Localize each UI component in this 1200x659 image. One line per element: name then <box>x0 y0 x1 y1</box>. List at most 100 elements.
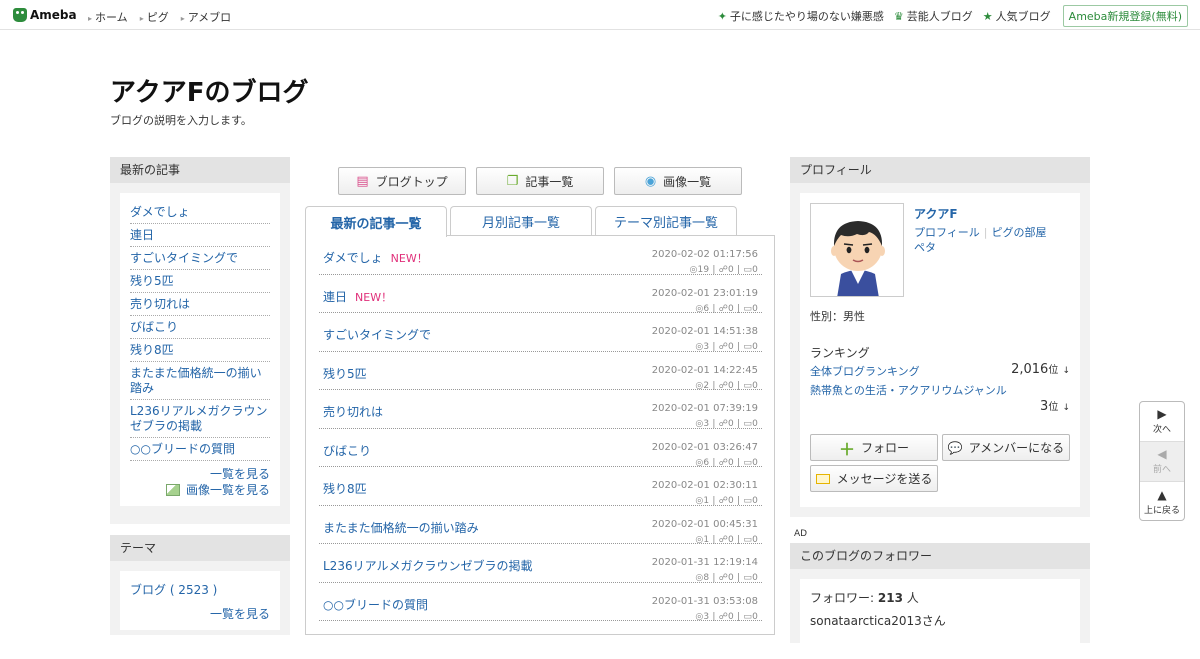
article-title-link[interactable]: 残り8匹 <box>323 482 367 496</box>
amember-button[interactable]: 💬 アメンバーになる <box>942 434 1070 461</box>
article-stats: ◎1 | ☍0 | ▭0 <box>695 534 758 545</box>
article-date: 2020-02-01 07:39:19 <box>651 403 758 414</box>
profile-link[interactable]: プロフィール <box>914 226 980 239</box>
comment-count: 0 <box>752 457 758 468</box>
tab-theme-articles[interactable]: テーマ別記事一覧 <box>595 206 737 236</box>
arrow-down-icon: ↓ <box>1062 403 1070 413</box>
comment-count: 0 <box>752 303 758 314</box>
article-title-link[interactable]: ○○ブリードの質問 <box>323 598 428 612</box>
view-count: 2 <box>703 380 710 391</box>
recent-more-link[interactable]: 一覧を見る <box>210 467 270 481</box>
recent-article-link[interactable]: ○○ブリードの質問 <box>130 442 235 456</box>
image-list-link[interactable]: 画像一覧を見る <box>186 483 270 497</box>
article-date: 2020-02-02 01:17:56 <box>651 249 758 260</box>
article-row: 連日 NEW！ 2020-02-01 23:01:19 ◎6 | ☍0 | ▭0 <box>319 275 762 314</box>
back-to-top-button[interactable]: ▲ 上に戻る <box>1140 482 1184 522</box>
envelope-icon <box>815 473 830 484</box>
recent-article-link[interactable]: 連日 <box>130 228 154 242</box>
article-title-link[interactable]: ダメでしょ <box>323 251 383 265</box>
follow-button[interactable]: ＋ フォロー <box>810 434 938 461</box>
article-stats: ◎2 | ☍0 | ▭0 <box>695 380 758 391</box>
article-title-link[interactable]: L236リアルメガクラウンゼブラの掲載 <box>323 559 532 573</box>
blog-top-button[interactable]: ▤ ブログトップ <box>338 167 466 195</box>
register-button[interactable]: Ameba新規登録(無料) <box>1062 5 1188 27</box>
recent-article-link[interactable]: 残り8匹 <box>130 343 174 357</box>
profile-widget: プロフィール アクアF プロフィール | ピグの部屋 ペタ 性別：男性 ランキン… <box>790 157 1090 517</box>
comment-icon: ▭ <box>743 496 753 506</box>
article-stats: ◎1 | ☍0 | ▭0 <box>695 496 758 506</box>
article-row: またまた価格統一の揃い踏み 2020-02-01 00:45:31 ◎1 | ☍0 … <box>319 506 762 545</box>
article-row: すごいタイミングで 2020-02-01 14:51:38 ◎3 | ☍0 | ▭0 <box>319 313 762 352</box>
global-header: Ameba ホーム ピグ アメブロ ✦ 子に感じたやり場のない嫌悪感 ♛ 芸能人… <box>0 0 1200 30</box>
theme-link[interactable]: ブログ ( 2523 ) <box>130 583 217 597</box>
image-list-icon <box>165 484 180 496</box>
profile-header: プロフィール <box>790 157 1090 183</box>
copy-icon: ❐ <box>506 173 519 189</box>
like-icon: ☍ <box>718 303 729 314</box>
document-icon: ▤ <box>356 173 369 189</box>
new-badge: NEW！ <box>355 290 393 304</box>
nav-ameblo-link[interactable]: アメブロ <box>181 9 231 25</box>
like-icon: ☍ <box>718 573 729 583</box>
follower-name[interactable]: sonataarctica2013さん <box>810 612 946 629</box>
article-title-link[interactable]: 売り切れは <box>323 405 383 419</box>
tab-monthly-articles[interactable]: 月別記事一覧 <box>450 206 592 236</box>
recent-article-link[interactable]: ダメでしょ <box>130 205 190 219</box>
trending-article-link[interactable]: ✦ 子に感じたやり場のない嫌悪感 <box>718 8 884 24</box>
article-date: 2020-01-31 03:53:08 <box>651 595 758 607</box>
article-title-link[interactable]: びばこり <box>323 444 371 458</box>
message-button[interactable]: メッセージを送る <box>810 465 938 492</box>
follower-count: フォロワー: 213 人 <box>810 591 919 605</box>
recent-article-link[interactable]: L236リアルメガクラウンゼブラの掲載 <box>130 404 267 433</box>
profile-name-link[interactable]: アクアF <box>914 205 958 222</box>
recent-article-link[interactable]: 残り5匹 <box>130 274 174 288</box>
overall-ranking-value: 2,016位 ↓ <box>1011 362 1070 377</box>
like-icon: ☍ <box>718 496 729 506</box>
comment-icon: ▭ <box>743 611 753 622</box>
like-count: 0 <box>728 380 734 391</box>
article-list-button[interactable]: ❐ 記事一覧 <box>476 167 604 195</box>
recent-article-link[interactable]: すごいタイミングで <box>130 251 238 265</box>
view-count: 3 <box>703 342 710 352</box>
next-button[interactable]: ▶ 次へ <box>1140 402 1184 442</box>
nav-home-link[interactable]: ホーム <box>88 9 128 25</box>
like-count: 0 <box>728 611 734 622</box>
article-title-link[interactable]: すごいタイミングで <box>323 328 431 342</box>
pigg-room-link[interactable]: ピグの部屋 <box>992 226 1047 239</box>
ameba-logo[interactable]: Ameba <box>13 8 77 22</box>
recent-article-link[interactable]: またまた価格統一の揃い踏み <box>130 366 262 395</box>
popular-blog-link[interactable]: ★ 人気ブログ <box>983 8 1051 24</box>
eye-icon: ◎ <box>689 265 698 275</box>
prev-button[interactable]: ◀ 前へ <box>1140 442 1184 482</box>
blog-title[interactable]: アクアFのブログ <box>110 72 308 109</box>
followers-body: フォロワー: 213 人 sonataarctica2013さん <box>800 579 1080 659</box>
crown-icon: ♛ <box>893 9 904 23</box>
comment-icon: ▭ <box>743 342 753 352</box>
article-title-link[interactable]: 残り5匹 <box>323 367 367 381</box>
article-title-link[interactable]: 連日 <box>323 290 347 304</box>
like-count: 0 <box>728 342 734 352</box>
recent-article-link[interactable]: 売り切れは <box>130 297 190 311</box>
profile-avatar[interactable] <box>810 203 904 297</box>
celebrity-blog-link[interactable]: ♛ 芸能人ブログ <box>894 8 973 24</box>
comment-icon: ▭ <box>743 265 753 275</box>
header-links: ✦ 子に感じたやり場のない嫌悪感 ♛ 芸能人ブログ ★ 人気ブログ Ameba新… <box>708 5 1188 27</box>
like-count: 0 <box>728 534 734 545</box>
comment-icon: ▭ <box>743 573 753 583</box>
nav-pigg-link[interactable]: ピグ <box>140 9 169 25</box>
genre-ranking-link[interactable]: 熱帯魚との生活・アクアリウムジャンル <box>810 382 1007 398</box>
followers-widget: このブログのフォロワー フォロワー: 213 人 sonataarctica20… <box>790 543 1090 659</box>
recent-articles-header: 最新の記事 <box>110 157 290 183</box>
plus-icon: ＋ <box>838 439 855 459</box>
recent-articles-list: ダメでしょ 連日 すごいタイミングで 残り5匹 売り切れは びばこり 残り8匹 … <box>120 193 280 506</box>
image-list-button[interactable]: ◉ 画像一覧 <box>614 167 742 195</box>
recent-article-link[interactable]: びばこり <box>130 320 178 334</box>
article-stats: ◎6 | ☍0 | ▭0 <box>695 303 758 314</box>
recent-articles-widget: 最新の記事 ダメでしょ 連日 すごいタイミングで 残り5匹 売り切れは びばこり… <box>110 157 290 524</box>
tab-latest-articles[interactable]: 最新の記事一覧 <box>305 206 447 237</box>
overall-ranking-link[interactable]: 全体ブログランキング <box>810 363 920 379</box>
article-title-link[interactable]: またまた価格統一の揃い踏み <box>323 521 479 535</box>
theme-more-link[interactable]: 一覧を見る <box>210 607 270 621</box>
peta-link[interactable]: ペタ <box>914 239 936 255</box>
followers-header: このブログのフォロワー <box>790 543 1090 569</box>
